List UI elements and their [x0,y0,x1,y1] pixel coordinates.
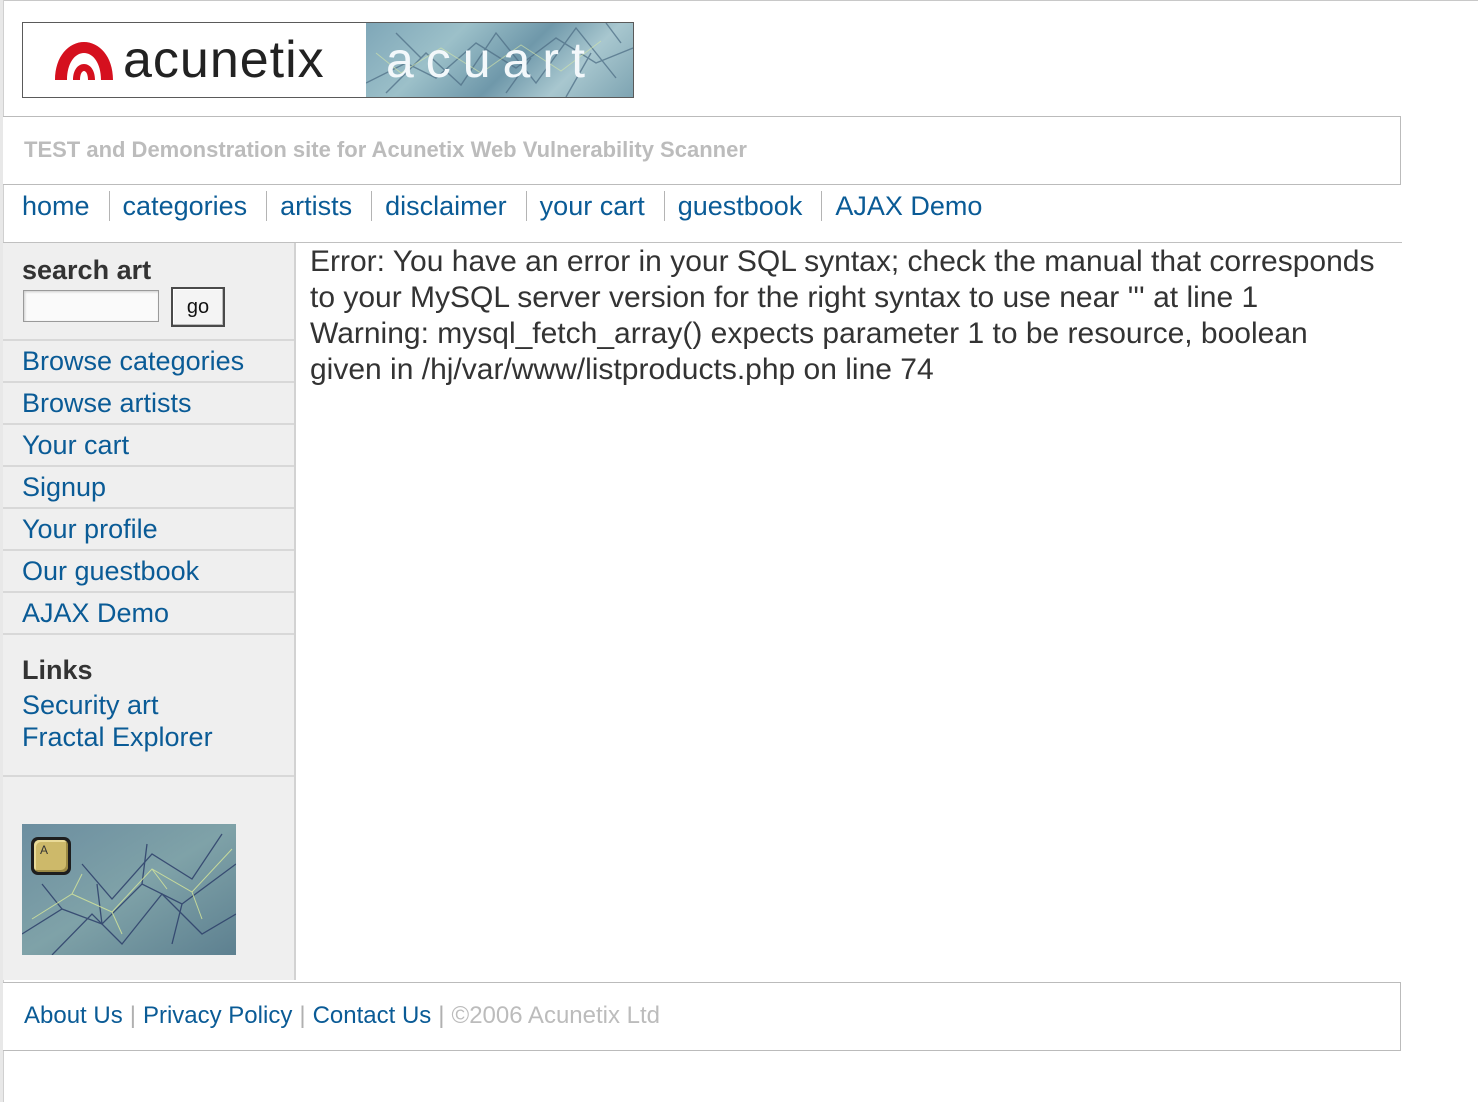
acuart-logo: acuart [366,23,633,97]
nav-separator [266,191,268,221]
nav-separator [525,191,527,221]
sidebar-item-label[interactable]: Your profile [22,514,158,545]
logo-text-acunetix: acunetix [123,31,325,89]
nav-disclaimer[interactable]: disclaimer [385,191,507,222]
sidebar-item-label[interactable]: Signup [22,472,106,503]
link-security-art[interactable]: Security art [22,690,159,721]
nav-separator [371,191,373,221]
footer-links: About Us | Privacy Policy | Contact Us |… [24,1002,660,1030]
sidebar-item-label[interactable]: Our guestbook [22,556,199,587]
nav-artists[interactable]: artists [280,191,352,222]
footer-about-link[interactable]: About Us [24,1002,123,1030]
top-navigation: home categories artists disclaimer your … [22,186,982,226]
footer-separator: | [438,1002,445,1029]
nav-home[interactable]: home [22,191,90,222]
sql-error-message: Error: You have an error in your SQL syn… [310,245,1375,386]
nav-separator [663,191,665,221]
sidebar-item-label[interactable]: AJAX Demo [22,598,169,629]
top-rule [0,0,1478,1]
footer-privacy-link[interactable]: Privacy Policy [143,1002,292,1030]
footer-contact-link[interactable]: Contact Us [313,1002,432,1030]
nav-guestbook[interactable]: guestbook [678,191,803,222]
search-input[interactable] [23,290,159,322]
fractal-banner[interactable]: A [22,824,236,955]
sidebar-item-label[interactable]: Browse categories [22,346,244,377]
page: acunetix acuart TEST and Demonstration s… [0,0,1478,1102]
sidebar-item-our-guestbook[interactable]: Our guestbook [3,549,294,591]
tagline-bar: TEST and Demonstration site for Acunetix… [3,116,1401,185]
logo-text-acuart: acuart [386,32,597,88]
sidebar-item-label[interactable]: Browse artists [22,388,192,419]
links-divider [3,775,294,777]
menu-divider [3,633,294,635]
nav-your-cart[interactable]: your cart [540,191,645,222]
nav-ajax-demo[interactable]: AJAX Demo [835,191,982,222]
key-letter: A [40,843,49,857]
sidebar-item-label[interactable]: Your cart [22,430,129,461]
sidebar-item-ajax-demo[interactable]: AJAX Demo [3,591,294,633]
nav-separator [821,191,823,221]
search-go-button[interactable]: go [171,287,225,327]
sidebar-item-browse-categories[interactable]: Browse categories [3,339,294,381]
links-title: Links [22,655,93,685]
footer-copyright: ©2006 Acunetix Ltd [451,1002,661,1029]
key-icon: A [31,837,71,875]
sidebar-item-your-cart[interactable]: Your cart [3,423,294,465]
site-logo[interactable]: acunetix acuart [22,22,634,98]
footer: About Us | Privacy Policy | Contact Us |… [3,982,1401,1051]
acunetix-logo-icon [55,42,113,80]
sidebar-item-browse-artists[interactable]: Browse artists [3,381,294,423]
sidebar-item-your-profile[interactable]: Your profile [3,507,294,549]
site-tagline: TEST and Demonstration site for Acunetix… [24,137,747,162]
footer-separator: | [299,1002,306,1029]
sidebar-menu: Browse categories Browse artists Your ca… [3,339,294,635]
link-fractal-explorer[interactable]: Fractal Explorer [22,722,213,753]
footer-separator: | [129,1002,136,1029]
acunetix-logo: acunetix [23,23,366,97]
nav-separator [108,191,110,221]
sidebar-item-signup[interactable]: Signup [3,465,294,507]
search-title: search art [22,255,152,285]
nav-categories[interactable]: categories [123,191,248,222]
sidebar: search art go Browse categories Browse a… [3,243,296,980]
